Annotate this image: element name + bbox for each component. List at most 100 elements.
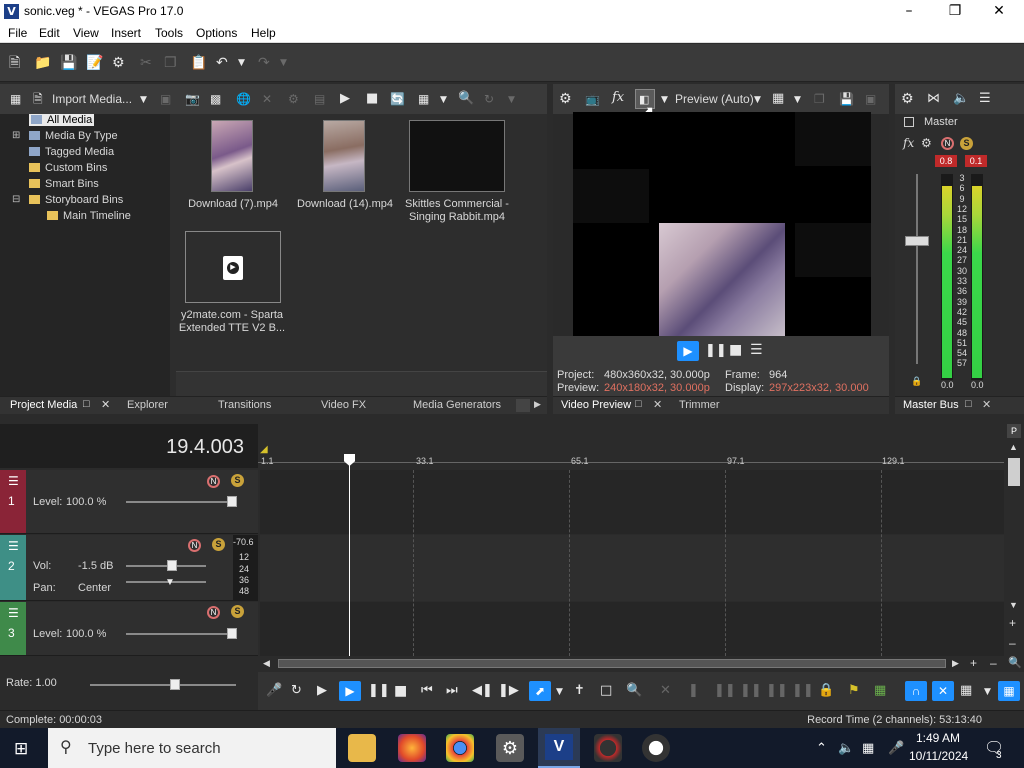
scroll-up-icon[interactable]: ▲ xyxy=(1009,442,1018,452)
cut-icon[interactable]: ✂ xyxy=(140,55,152,71)
horizontal-scrollbar[interactable]: ◀ ▶ + – 🔍 xyxy=(258,656,1024,672)
track-lane-2[interactable] xyxy=(260,535,1004,601)
properties-gear-icon[interactable]: ⚙ xyxy=(112,55,125,71)
tab-video-preview[interactable]: Video Preview xyxy=(561,399,631,411)
new-file-icon[interactable]: 🗎 xyxy=(9,55,20,71)
lock-icon[interactable]: 🔒 xyxy=(911,376,922,387)
menu-help[interactable]: Help xyxy=(251,26,276,40)
remove-unused-icon[interactable]: ▩ xyxy=(210,91,221,107)
media-thumbnail-download-14[interactable] xyxy=(323,120,365,192)
menu-view[interactable]: View xyxy=(73,26,99,40)
play-icon[interactable]: ▶ xyxy=(340,91,350,107)
go-to-start-icon[interactable]: ⏮ xyxy=(421,683,433,698)
insert-region-icon[interactable]: ▦ xyxy=(874,683,886,698)
open-folder-icon[interactable]: 📁 xyxy=(34,55,51,71)
snapshot-icon[interactable]: ▣ xyxy=(865,91,876,107)
tree-item-custom-bins[interactable]: Custom Bins xyxy=(29,162,107,174)
menu-insert[interactable]: Insert xyxy=(111,26,141,40)
video-fx-icon[interactable]: fx xyxy=(612,90,624,106)
preview-pause-icon[interactable]: ❚❚ xyxy=(705,343,727,359)
scroll-right-icon[interactable]: ▶ xyxy=(952,658,959,669)
microphone-icon[interactable]: 🎤 xyxy=(888,740,904,756)
undo-dropdown-icon[interactable]: ▼ xyxy=(238,55,245,71)
pan-slider-knob[interactable]: ▼ xyxy=(165,577,175,588)
minimize-button[interactable]: – xyxy=(886,0,932,23)
previous-frame-icon[interactable]: ◀❚ xyxy=(472,683,493,698)
preview-play-button[interactable]: ▶ xyxy=(677,341,699,361)
preview-stop-icon[interactable]: ■ xyxy=(729,342,742,358)
collapse-storyboard-icon[interactable]: ⊟ xyxy=(12,194,20,205)
track-mute-icon[interactable]: N xyxy=(207,606,220,619)
tree-item-main-timeline[interactable]: Main Timeline xyxy=(47,210,131,222)
envelope-tool-icon[interactable]: ✝ xyxy=(574,683,585,698)
ripple-icon[interactable]: ❚❚ xyxy=(792,683,814,698)
master-properties-gear-icon[interactable]: ⚙ xyxy=(901,91,914,107)
track-menu-icon[interactable]: ☰ xyxy=(8,606,19,620)
menu-file[interactable]: File xyxy=(8,26,27,40)
level-slider-knob[interactable] xyxy=(227,628,237,639)
tab-video-fx[interactable]: Video FX xyxy=(321,399,366,411)
rate-slider-knob[interactable] xyxy=(170,679,180,690)
normal-edit-tool-button[interactable]: ⬈ xyxy=(529,681,551,701)
tab-undock-icon[interactable]: □ xyxy=(83,398,90,410)
auto-ripple-icon[interactable]: ▦ xyxy=(960,683,972,698)
import-media-icon[interactable]: 🗎 xyxy=(33,91,43,107)
go-to-end-icon[interactable]: ⏭ xyxy=(446,683,458,698)
clock-time[interactable]: 1:49 AM xyxy=(916,731,960,745)
split-tool-icon[interactable]: ❚❚ xyxy=(714,683,736,698)
track-header-3[interactable]: ☰ 3 N S Level: 100.0 % xyxy=(0,602,258,656)
import-dropdown-icon[interactable]: ▼ xyxy=(140,92,147,108)
auto-ripple-dropdown-icon[interactable]: ▼ xyxy=(984,687,991,697)
tab-undock-icon[interactable]: □ xyxy=(635,398,642,410)
tree-item-all-media[interactable]: All Media xyxy=(29,114,95,126)
media-player-icon[interactable] xyxy=(642,734,670,762)
downmix-icon[interactable]: ⋈ xyxy=(927,91,940,107)
scroll-left-icon[interactable]: ◀ xyxy=(263,658,270,669)
copy-snapshot-icon[interactable]: ❐ xyxy=(814,91,825,107)
speaker-icon[interactable]: 🔈 xyxy=(953,91,969,107)
scroll-thumb[interactable] xyxy=(1008,458,1020,486)
track-solo-icon[interactable]: S xyxy=(231,474,244,487)
show-hidden-icons-icon[interactable]: ⌃ xyxy=(816,740,827,756)
undo-icon[interactable]: ↶ xyxy=(216,55,228,71)
tab-close-icon[interactable]: ✕ xyxy=(653,398,662,411)
tab-scroll-right-icon[interactable]: ▶ xyxy=(534,399,541,410)
overlays-dropdown-icon[interactable]: ▼ xyxy=(794,92,801,108)
zoom-out-horizontal-icon[interactable]: – xyxy=(990,656,997,670)
pin-icon[interactable]: P xyxy=(1007,424,1021,438)
edit-tool-dropdown-icon[interactable]: ▼ xyxy=(556,687,563,697)
zoom-tool-icon[interactable]: 🔍 xyxy=(1008,656,1022,669)
scroll-down-icon[interactable]: ▼ xyxy=(1009,600,1018,610)
views-icon[interactable]: ▦ xyxy=(418,91,429,107)
delete-icon[interactable]: ✕ xyxy=(262,91,272,107)
preview-quality-dropdown-icon[interactable]: ▼ xyxy=(754,92,761,108)
media-view-icon[interactable]: ▦ xyxy=(10,91,21,107)
timeline-play-button[interactable]: ▶ xyxy=(339,681,361,701)
copy-icon[interactable]: ❐ xyxy=(164,55,177,71)
import-media-button[interactable]: Import Media... xyxy=(52,92,132,106)
marker-flag-icon[interactable]: ◢ xyxy=(260,444,268,455)
solo-icon[interactable]: S xyxy=(960,137,973,150)
preview-quality-select[interactable]: Preview (Auto) xyxy=(675,92,754,106)
insert-marker-icon[interactable]: ⚑ xyxy=(848,683,860,698)
level-slider-knob[interactable] xyxy=(227,496,237,507)
tab-media-generators[interactable]: Media Generators xyxy=(413,399,501,411)
hscroll-thumb[interactable] xyxy=(278,659,946,668)
trim-end-icon[interactable]: ❚❚ xyxy=(766,683,788,698)
preview-properties-gear-icon[interactable]: ⚙ xyxy=(559,91,572,107)
capture-icon[interactable]: ▣ xyxy=(160,91,171,107)
render-icon[interactable]: 📝 xyxy=(86,55,103,71)
auto-preview-icon[interactable]: 🔄 xyxy=(390,91,405,107)
master-fader-knob[interactable] xyxy=(905,236,929,246)
playhead-cursor[interactable] xyxy=(349,456,350,656)
get-media-icon[interactable]: 📷 xyxy=(185,91,200,107)
lock-envelopes-button[interactable]: ▦ xyxy=(998,681,1020,701)
tree-item-storyboard-bins[interactable]: Storyboard Bins xyxy=(29,194,123,206)
close-button[interactable]: ✕ xyxy=(976,0,1022,23)
external-monitor-icon[interactable]: 📺 xyxy=(585,91,600,107)
master-checkbox[interactable] xyxy=(904,117,914,127)
file-explorer-icon[interactable] xyxy=(348,734,376,762)
track-lane-3[interactable] xyxy=(260,602,1004,656)
splitter[interactable] xyxy=(0,416,1024,424)
menu-edit[interactable]: Edit xyxy=(39,26,60,40)
